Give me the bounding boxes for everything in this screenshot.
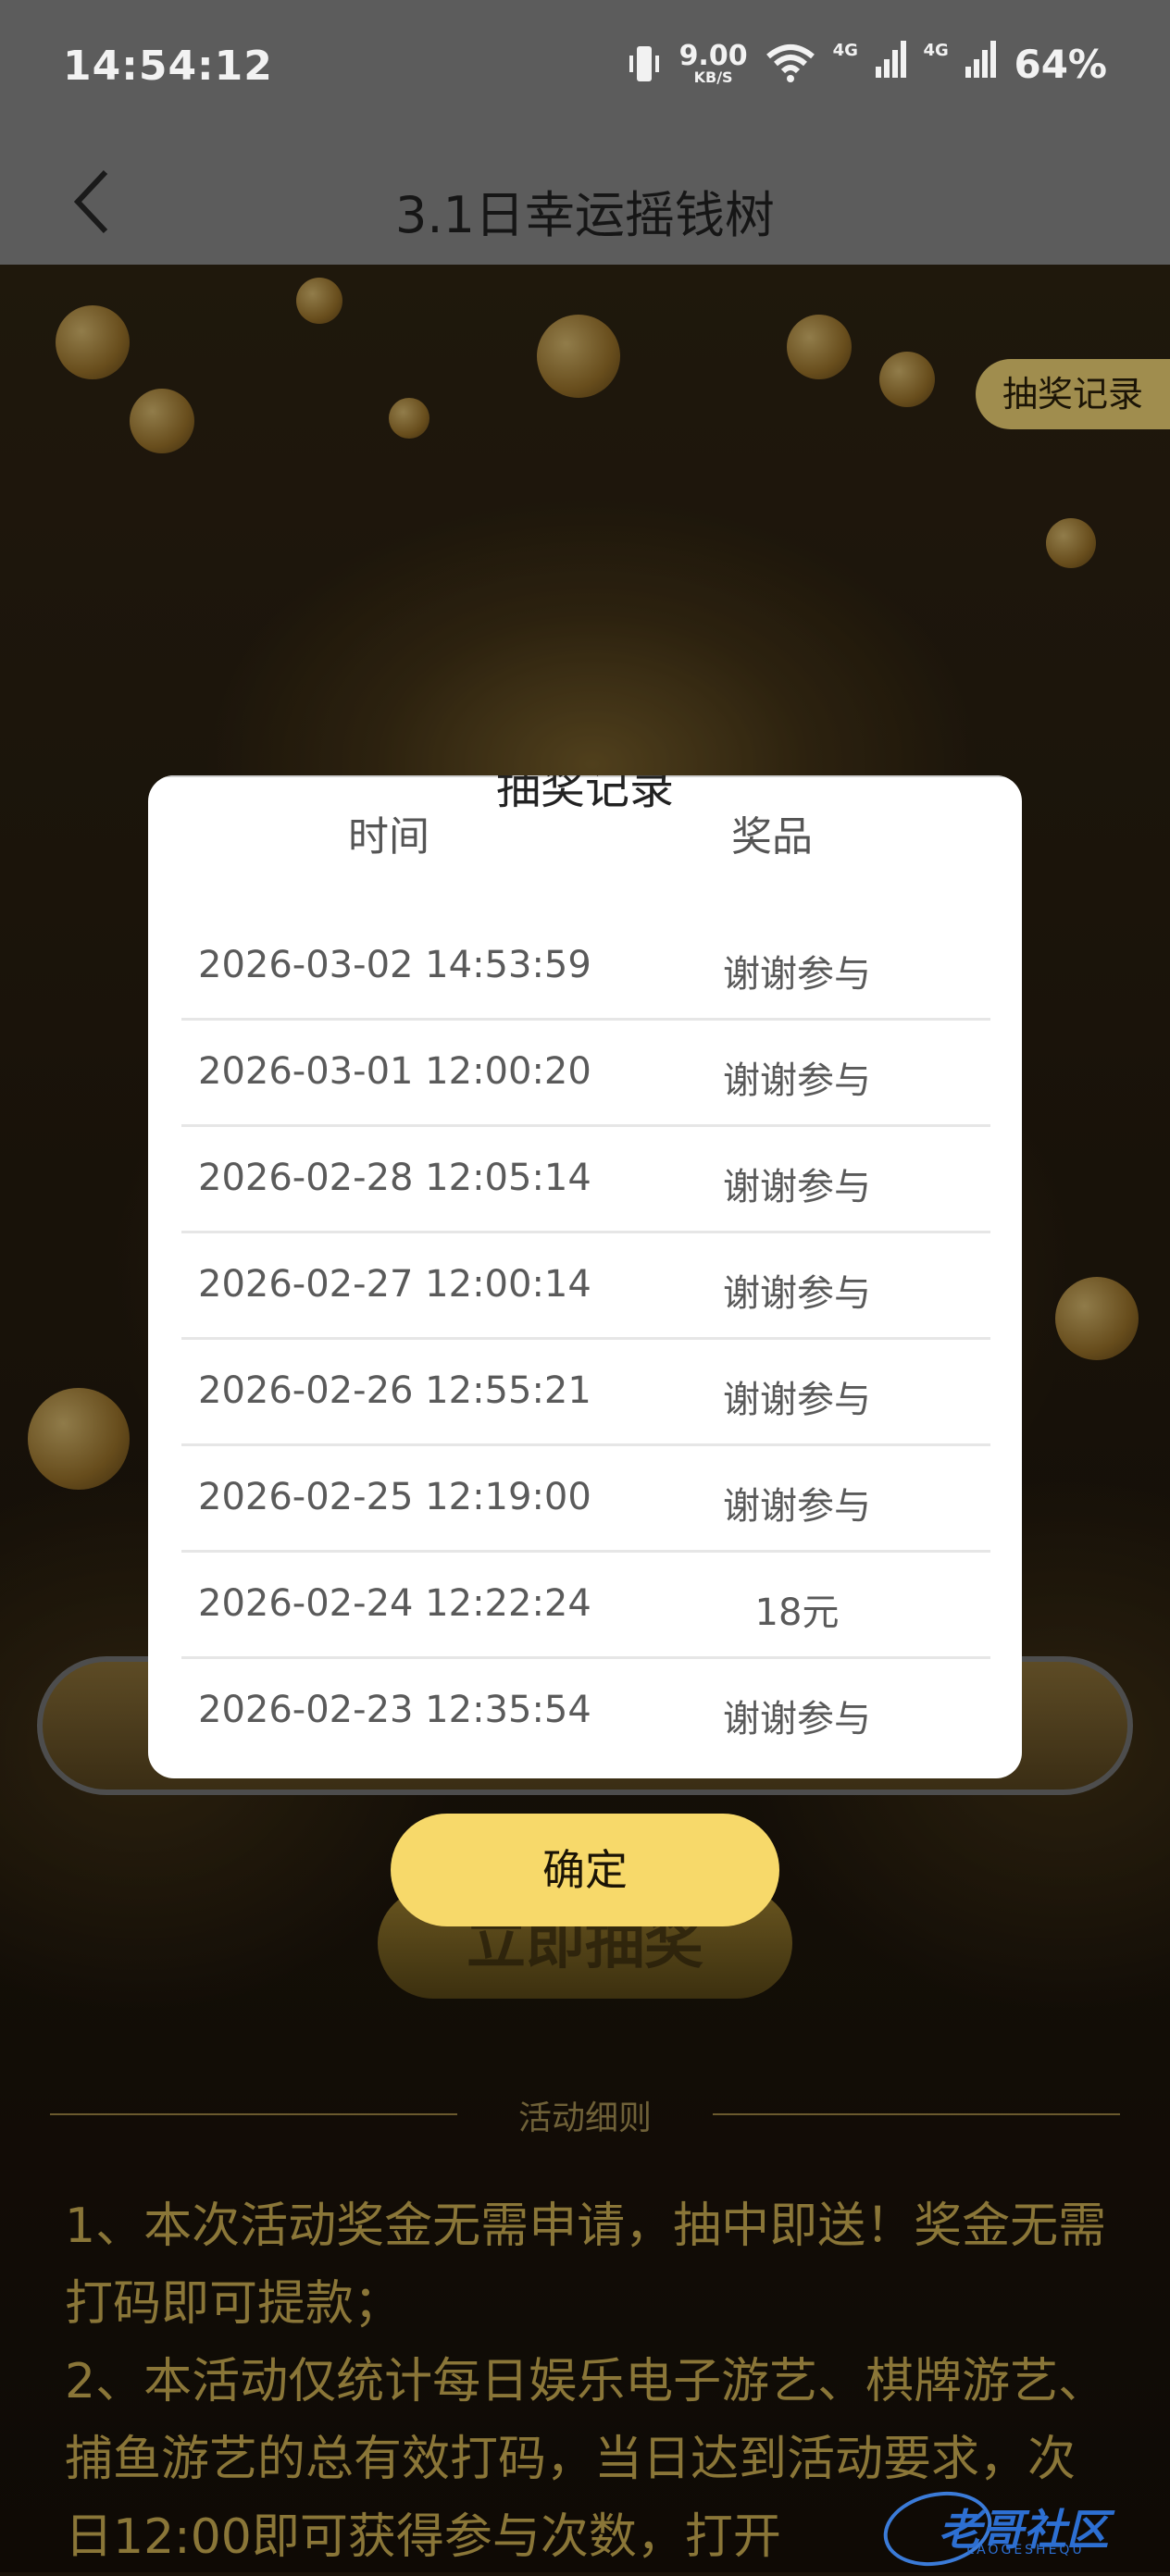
record-time: 2026-02-28 12:05:14 (198, 1157, 591, 1199)
table-row: 2026-02-27 12:00:14 谢谢参与 (181, 1233, 990, 1340)
wifi-icon (765, 44, 815, 82)
title-bar: 3.1日幸运摇钱树 (0, 139, 1170, 265)
column-header-prize: 奖品 (731, 813, 813, 861)
column-header-time: 时间 (348, 813, 429, 861)
rules-header: 活动细则 (50, 2091, 1120, 2137)
record-prize: 谢谢参与 (723, 1059, 871, 1102)
record-prize: 谢谢参与 (723, 1698, 871, 1740)
records-list: 2026-03-02 14:53:59 谢谢参与 2026-03-01 12:0… (181, 914, 990, 1763)
records-table-header: 时间 奖品 (148, 803, 1022, 877)
record-time: 2026-02-27 12:00:14 (198, 1263, 591, 1306)
watermark-logo: 老哥社区 LAOGESHEQU (877, 2482, 1151, 2576)
divider (713, 2113, 1120, 2115)
table-row: 2026-02-26 12:55:21 谢谢参与 (181, 1340, 990, 1446)
table-row: 2026-03-01 12:00:20 谢谢参与 (181, 1021, 990, 1127)
signal-1: 4G (833, 41, 907, 87)
status-icons: 9.00 KB/S 4G 4G 64% (626, 41, 1107, 87)
record-time: 2026-02-25 12:19:00 (198, 1476, 591, 1518)
record-time: 2026-02-23 12:35:54 (198, 1689, 591, 1731)
watermark-subtext: LAOGESHEQU (966, 2543, 1085, 2557)
battery-level: 64% (1014, 41, 1107, 87)
signal-icon (965, 41, 997, 78)
signal-2: 4G (924, 41, 998, 87)
record-prize: 谢谢参与 (723, 1272, 871, 1315)
table-row: 2026-02-28 12:05:14 谢谢参与 (181, 1127, 990, 1233)
vibrate-icon (629, 46, 659, 81)
record-prize: 谢谢参与 (723, 953, 871, 996)
table-row: 2026-02-23 12:35:54 谢谢参与 (181, 1659, 990, 1763)
table-row: 2026-02-25 12:19:00 谢谢参与 (181, 1446, 990, 1553)
draw-records-button[interactable]: 抽奖记录 (976, 359, 1170, 429)
net-speed-value: 9.00 (678, 40, 748, 72)
rules-heading: 活动细则 (517, 2099, 652, 2137)
rule-item-1: 1、本次活动奖金无需申请，抽中即送！奖金无需打码即可提款； (65, 2198, 1107, 2332)
record-time: 2026-02-24 12:22:24 (198, 1582, 591, 1625)
page-title: 3.1日幸运摇钱树 (395, 186, 775, 244)
status-bar: 14:54:12 9.00 KB/S 4G 4G 64% (0, 0, 1170, 139)
network-type-1: 4G (832, 41, 858, 60)
signal-icon (875, 41, 906, 78)
draw-records-modal: 抽奖记录 时间 奖品 2026-03-02 14:53:59 谢谢参与 2026… (148, 775, 1022, 1778)
record-time: 2026-03-02 14:53:59 (198, 944, 591, 986)
record-prize: 18元 (754, 1591, 840, 1634)
record-time: 2026-03-01 12:00:20 (198, 1050, 591, 1093)
network-type-2: 4G (923, 41, 949, 60)
record-time: 2026-02-26 12:55:21 (198, 1369, 591, 1412)
table-row: 2026-02-24 12:22:24 18元 (181, 1553, 990, 1659)
status-time: 14:54:12 (63, 43, 273, 90)
net-speed: 9.00 KB/S (679, 43, 748, 85)
confirm-button[interactable]: 确定 (391, 1814, 779, 1926)
record-prize: 谢谢参与 (723, 1166, 871, 1208)
record-prize: 谢谢参与 (723, 1379, 871, 1421)
net-speed-unit: KB/S (693, 68, 733, 86)
record-prize: 谢谢参与 (723, 1485, 871, 1528)
table-row: 2026-03-02 14:53:59 谢谢参与 (181, 914, 990, 1021)
